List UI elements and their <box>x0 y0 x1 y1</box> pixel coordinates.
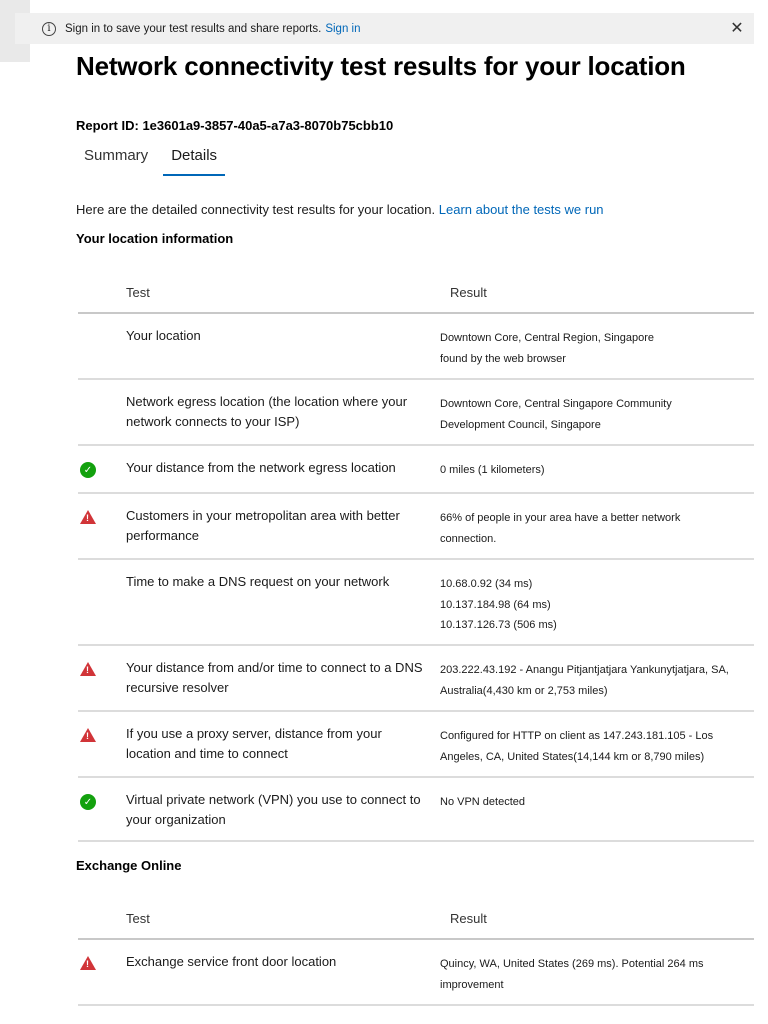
result-line: found by the web browser <box>440 352 566 365</box>
test-name: Exchange service front door location <box>126 954 337 969</box>
result-line: 10.137.126.73 (506 ms) <box>440 619 557 631</box>
test-result: Configured for HTTP on client as 147.243… <box>440 726 750 767</box>
table-row: ! Customers in your metropolitan area wit… <box>78 494 754 560</box>
exchange-rows: ! Exchange service front door location Qui… <box>78 940 754 1006</box>
table-row: ✓ Your distance from the network egress l… <box>78 446 754 494</box>
learn-tests-link[interactable]: Learn about the tests we run <box>439 202 604 217</box>
result-line: 10.137.184.98 (64 ms) <box>440 598 551 611</box>
table-row: ! If you use a proxy server, distance fro… <box>78 712 754 778</box>
result-line: Australia(4,430 km or 2,753 miles) <box>440 684 608 697</box>
test-result: Quincy, WA, United States (269 ms). Pote… <box>440 954 750 995</box>
result-line: Downtown Core, Central Singapore Communi… <box>440 398 672 410</box>
location-rows: Your location Downtown Core, Central Regi… <box>78 314 754 842</box>
test-result: 0 miles (1 kilometers) <box>440 460 750 481</box>
test-name: Customers in your metropolitan area with… <box>126 508 400 543</box>
table-row: ! Your distance from and/or time to conne… <box>78 646 754 712</box>
test-name: Your location <box>126 328 201 343</box>
warning-icon: ! <box>80 662 96 678</box>
signin-banner: i Sign in to save your test results and … <box>15 13 754 44</box>
checkmark-icon: ✓ <box>80 794 96 810</box>
table-row: ! Exchange service front door location Qui… <box>78 940 754 1006</box>
test-result: Downtown Core, Central Region, Singapore… <box>440 328 750 369</box>
table-row: Network egress location (the location wh… <box>78 380 754 446</box>
page-title: Network connectivity test results for yo… <box>76 51 686 81</box>
warning-icon: ! <box>80 728 96 744</box>
test-name: Network egress location (the location wh… <box>126 394 408 429</box>
tabs: Summary Details <box>76 144 225 176</box>
result-line: improvement <box>440 978 504 991</box>
result-line: No VPN detected <box>440 796 525 808</box>
result-line: 0 miles (1 kilometers) <box>440 464 545 476</box>
table-header: Test Result <box>78 272 754 314</box>
intro-message: Here are the detailed connectivity test … <box>76 202 436 217</box>
column-header-result: Result <box>450 284 487 300</box>
exchange-section-title: Exchange Online <box>76 858 182 873</box>
column-header-test: Test <box>126 910 150 926</box>
test-result: No VPN detected <box>440 792 750 813</box>
close-icon[interactable]: ✕ <box>728 19 746 37</box>
table-row: Time to make a DNS request on your netwo… <box>78 560 754 646</box>
result-line: 10.68.0.92 (34 ms) <box>440 578 533 590</box>
test-result: 66% of people in your area have a better… <box>440 508 750 549</box>
intro-text: Here are the detailed connectivity test … <box>76 202 604 217</box>
result-line: 203.222.43.192 - Anangu Pitjantjatjara Y… <box>440 664 729 676</box>
test-result: Downtown Core, Central Singapore Communi… <box>440 394 750 435</box>
warning-icon: ! <box>80 510 96 526</box>
location-table: Test Result Your location Downtown Core, … <box>78 272 754 842</box>
exchange-table: Test Result ! Exchange service front door… <box>78 898 754 1006</box>
column-header-result: Result <box>450 910 487 926</box>
checkmark-icon: ✓ <box>80 462 96 478</box>
test-name: Virtual private network (VPN) you use to… <box>126 792 421 827</box>
column-header-test: Test <box>126 284 150 300</box>
result-line: Development Council, Singapore <box>440 418 601 431</box>
test-result: 10.68.0.92 (34 ms) 10.137.184.98 (64 ms) 1… <box>440 574 750 636</box>
table-row: Your location Downtown Core, Central Regi… <box>78 314 754 380</box>
banner-message: Sign in to save your test results and sh… <box>65 22 322 35</box>
test-name: Your distance from the network egress lo… <box>126 460 396 475</box>
location-section-title: Your location information <box>76 231 234 246</box>
test-result: 203.222.43.192 - Anangu Pitjantjatjara Y… <box>440 660 750 701</box>
report-id: Report ID: 1e3601a9-3857-40a5-a7a3-8070b… <box>76 118 394 133</box>
info-icon: i <box>42 21 56 36</box>
table-row: ✓ Virtual private network (VPN) you use t… <box>78 778 754 842</box>
result-line: connection. <box>440 532 497 545</box>
result-line: Quincy, WA, United States (269 ms). Pote… <box>440 958 704 970</box>
result-line: Angeles, CA, United States(14,144 km or … <box>440 750 705 763</box>
warning-icon: ! <box>80 956 96 972</box>
tab-summary[interactable]: Summary <box>76 144 156 176</box>
test-name: Your distance from and/or time to connec… <box>126 660 423 695</box>
tab-details[interactable]: Details <box>163 144 225 176</box>
result-line: Configured for HTTP on client as 147.243… <box>440 730 714 742</box>
test-name: If you use a proxy server, distance from… <box>126 726 382 761</box>
test-name: Time to make a DNS request on your netwo… <box>126 574 390 589</box>
result-line: Downtown Core, Central Region, Singapore <box>440 332 655 344</box>
signin-link[interactable]: Sign in <box>325 23 360 35</box>
table-header: Test Result <box>78 898 754 940</box>
result-line: 66% of people in your area have a better… <box>440 512 681 524</box>
